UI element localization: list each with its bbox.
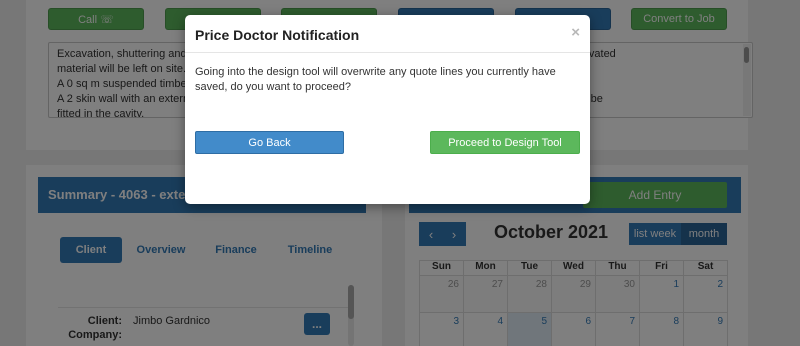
modal-title: Price Doctor Notification <box>195 27 360 43</box>
modal-message: Going into the design tool will overwrit… <box>195 66 556 93</box>
modal-divider <box>185 52 590 53</box>
go-back-button[interactable]: Go Back <box>195 131 344 154</box>
close-icon[interactable]: × <box>571 25 580 40</box>
proceed-to-design-tool-button[interactable]: Proceed to Design Tool <box>430 131 580 154</box>
price-doctor-modal: Price Doctor Notification × Going into t… <box>185 15 590 204</box>
